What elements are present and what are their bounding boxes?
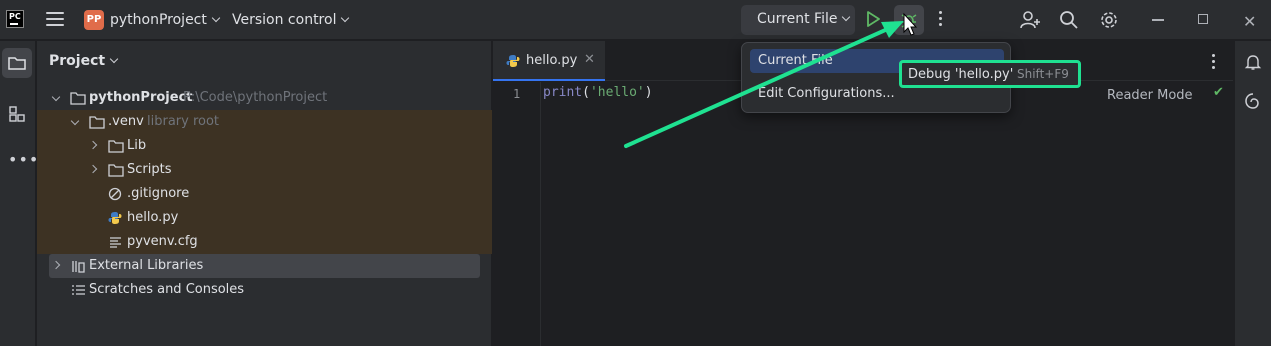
tree-label: pythonProject (89, 90, 193, 105)
tree-label: Scratches and Consoles (89, 282, 245, 297)
notifications-bell-icon[interactable] (1244, 53, 1262, 71)
close-tab-icon[interactable]: ✕ (584, 52, 595, 67)
main-menu-icon[interactable] (46, 12, 64, 28)
tree-label: Lib (127, 138, 147, 153)
line-gutter: 1 (493, 82, 541, 346)
more-actions-icon[interactable] (939, 11, 943, 29)
python-file-icon (506, 55, 520, 67)
run-config-selector[interactable]: Current File (741, 5, 855, 35)
tab-label: hello.py (526, 53, 578, 68)
dropdown-item-label: Current File (758, 53, 833, 68)
editor-more-icon[interactable] (1212, 54, 1216, 72)
tree-row-venv[interactable]: .venv library root (37, 110, 492, 134)
tree-row-scripts[interactable]: Scripts (37, 158, 492, 182)
library-icon (72, 261, 85, 273)
tree-path-hint: P:\Code\pythonProject (183, 90, 328, 105)
tree-row-gitignore[interactable]: .gitignore (37, 182, 492, 206)
close-window-icon[interactable]: ✕ (1243, 12, 1256, 31)
tree-row-lib[interactable]: Lib (37, 134, 492, 158)
panel-title-label: Project (49, 53, 106, 69)
title-bar: PC PP pythonProject Version control Curr… (0, 0, 1271, 40)
tab-hello-py[interactable]: hello.py ✕ (493, 41, 605, 81)
tree-label: hello.py (127, 210, 179, 225)
chevron-down-icon (70, 116, 80, 126)
project-panel-title[interactable]: Project (49, 53, 119, 69)
version-control-menu[interactable]: Version control (232, 12, 350, 28)
code-string: 'hello' (589, 85, 645, 100)
chevron-down-icon (109, 54, 119, 64)
tree-label: .gitignore (127, 186, 190, 201)
run-config-label: Current File (757, 11, 838, 27)
check-icon: ✔ (1213, 85, 1224, 100)
tree-row-pyvenv-cfg[interactable]: pyvenv.cfg (37, 230, 492, 254)
tree-label: External Libraries (89, 258, 204, 273)
tooltip-shortcut: Shift+F9 (1017, 67, 1069, 81)
chevron-right-icon (51, 260, 61, 270)
maximize-window-icon[interactable] (1198, 14, 1208, 24)
python-file-icon (108, 212, 122, 224)
project-tool-button[interactable] (2, 48, 32, 78)
project-selector[interactable]: pythonProject (110, 12, 221, 28)
reader-mode-button[interactable]: Reader Mode (1107, 88, 1193, 103)
library-root-hint: library root (147, 114, 220, 129)
chevron-down-icon (842, 12, 851, 22)
ai-assistant-icon[interactable] (1244, 92, 1262, 110)
code-paren-close: ) (644, 85, 653, 100)
folder-icon (8, 57, 26, 70)
scratches-icon (72, 285, 85, 295)
folder-icon (108, 140, 124, 153)
project-badge[interactable]: PP (84, 10, 104, 30)
search-icon[interactable] (1058, 9, 1080, 31)
add-user-icon[interactable] (1019, 9, 1041, 31)
chevron-down-icon (211, 13, 221, 23)
version-control-label: Version control (232, 12, 337, 28)
code-line[interactable]: print('hello') (543, 85, 653, 100)
chevron-down-icon (51, 92, 61, 102)
tree-row-hello-py[interactable]: hello.py (37, 206, 492, 230)
debug-tooltip: Debug 'hello.py' Shift+F9 (899, 60, 1081, 88)
tree-label: .venv (108, 114, 144, 129)
ignore-file-icon (108, 187, 122, 201)
tree-row-pythonproject[interactable]: pythonProject P:\Code\pythonProject (37, 86, 492, 110)
code-paren-open: ( (582, 85, 590, 100)
chevron-right-icon (88, 164, 98, 174)
pycharm-logo-icon: PC (6, 10, 24, 28)
code-function: print (543, 85, 583, 100)
run-icon[interactable] (866, 11, 880, 27)
left-tool-strip: ••• (0, 41, 39, 346)
debug-button[interactable] (894, 5, 924, 35)
edit-configurations-item[interactable]: Edit Configurations... (758, 86, 895, 101)
tooltip-text: Debug 'hello.py' (908, 67, 1014, 82)
more-tools-icon[interactable]: ••• (8, 150, 39, 169)
right-tool-strip (1234, 41, 1271, 346)
bug-icon (901, 14, 917, 28)
structure-icon[interactable] (7, 104, 27, 124)
line-number: 1 (513, 87, 521, 101)
tree-label: Scripts (127, 162, 172, 177)
tree-row-scratches[interactable]: Scratches and Consoles (37, 278, 492, 302)
minimize-window-icon[interactable] (1152, 19, 1164, 21)
folder-icon (89, 116, 105, 129)
chevron-down-icon (341, 13, 350, 23)
tree-row-external-libraries[interactable]: External Libraries (49, 254, 480, 278)
settings-gear-icon[interactable] (1098, 9, 1120, 31)
folder-icon (108, 164, 124, 177)
project-panel: Project pythonProject P:\Code\pythonProj… (37, 41, 492, 346)
chevron-right-icon (88, 140, 98, 150)
config-file-icon (110, 237, 121, 248)
project-name: pythonProject (110, 12, 207, 28)
tree-label: pyvenv.cfg (127, 234, 198, 249)
folder-icon (70, 92, 86, 105)
